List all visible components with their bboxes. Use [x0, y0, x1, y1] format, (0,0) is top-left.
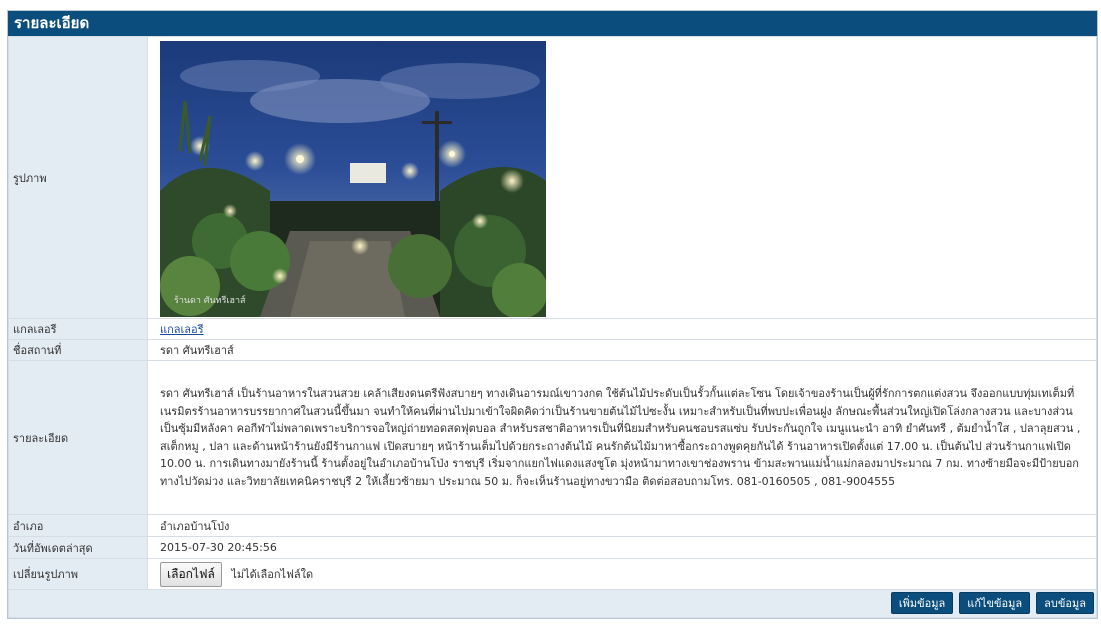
updated-value: 2015-07-30 20:45:56 [147, 536, 1097, 559]
change-photo-label: เปลี่ยนรูปภาพ [8, 558, 148, 590]
place-photo: ร้านดา ศันทรีเฮาส์ [160, 40, 546, 317]
place-label: ชื่อสถานที่ [8, 339, 148, 361]
details-panel: รายละเอียด รูปภาพ ร้านดา ศันทรีเฮาส์ แกล… [7, 10, 1098, 619]
district-label: อำเภอ [8, 514, 148, 537]
file-status: ไม่ได้เลือกไฟล์ใด [231, 567, 314, 581]
gallery-link[interactable]: แกลเลอรี [160, 323, 204, 336]
photo-caption: ร้านดา ศันทรีเฮาส์ [174, 294, 246, 306]
gallery-label: แกลเลอรี [8, 318, 148, 340]
detail-value: รดา ศันทรีเฮาส์ เป็นร้านอาหารในสวนสวย เค… [147, 360, 1097, 515]
change-photo-row: เปลี่ยนรูปภาพ เลือกไฟล์ ไม่ได้เลือกไฟล์ใ… [8, 558, 1097, 590]
page: รายละเอียด รูปภาพ ร้านดา ศันทรีเฮาส์ แกล… [0, 0, 1101, 641]
detail-label: รายละเอียด [8, 360, 148, 515]
action-bar: เพิ่มข้อมูล แก้ไขข้อมูล ลบข้อมูล [8, 590, 1097, 618]
photo-cell: ร้านดา ศันทรีเฮาส์ [147, 36, 1097, 319]
garden-night-image: ร้านดา ศันทรีเฮาส์ [160, 40, 546, 317]
updated-row: วันที่อัพเดตล่าสุด 2015-07-30 20:45:56 [8, 536, 1097, 559]
delete-button[interactable]: ลบข้อมูล [1036, 592, 1094, 614]
district-row: อำเภอ อำเภอบ้านโป่ง [8, 514, 1097, 537]
edit-button[interactable]: แก้ไขข้อมูล [959, 592, 1031, 614]
district-value: อำเภอบ้านโป่ง [147, 514, 1097, 537]
add-button[interactable]: เพิ่มข้อมูล [890, 592, 954, 614]
details-table: รูปภาพ ร้านดา ศันทรีเฮาส์ แกลเลอรี แกลเล… [8, 36, 1097, 590]
photo-label: รูปภาพ [8, 36, 148, 319]
panel-title: รายละเอียด [8, 11, 1097, 36]
detail-row: รายละเอียด รดา ศันทรีเฮาส์ เป็นร้านอาหาร… [8, 360, 1097, 515]
place-value: รดา ศันทรีเฮาส์ [147, 339, 1097, 361]
place-row: ชื่อสถานที่ รดา ศันทรีเฮาส์ [8, 339, 1097, 361]
updated-label: วันที่อัพเดตล่าสุด [8, 536, 148, 559]
photo-row: รูปภาพ ร้านดา ศันทรีเฮาส์ [8, 36, 1097, 319]
gallery-row: แกลเลอรี แกลเลอรี [8, 318, 1097, 340]
choose-file-button[interactable]: เลือกไฟล์ [160, 561, 222, 587]
